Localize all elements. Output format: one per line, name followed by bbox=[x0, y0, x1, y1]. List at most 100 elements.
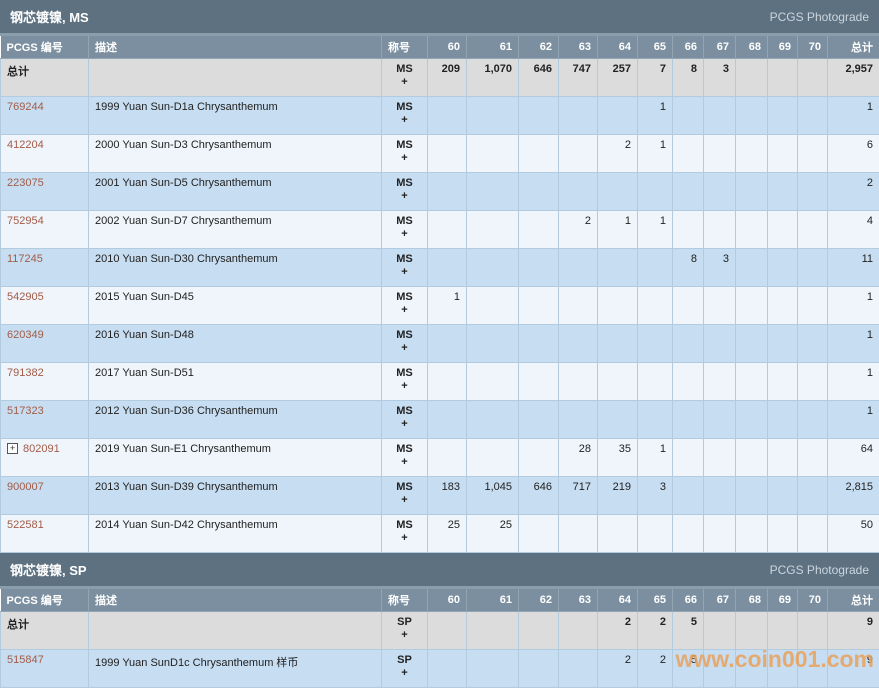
grade-cell-62 bbox=[519, 211, 559, 249]
pcgs-number-cell: +802091 bbox=[1, 439, 89, 477]
grade-cell-67 bbox=[704, 477, 736, 515]
totals-grade-60: 209 bbox=[428, 59, 467, 97]
col-header-69: 69 bbox=[768, 36, 798, 59]
designation-plus: + bbox=[388, 494, 421, 507]
col-header-total: 总计 bbox=[828, 589, 879, 612]
designation-text: MS bbox=[388, 63, 421, 76]
grade-cell-69 bbox=[768, 249, 798, 287]
grade-cell-61 bbox=[467, 173, 519, 211]
grade-cell-60 bbox=[428, 325, 467, 363]
column-header-row: PCGS 编号描述称号6061626364656667686970总计 bbox=[1, 589, 879, 612]
grade-cell-64 bbox=[598, 287, 638, 325]
grade-cell-64: 2 bbox=[598, 135, 638, 173]
table-row: 5158471999 Yuan SunD1c Chrysanthemum 样币S… bbox=[1, 650, 879, 688]
designation-text: MS bbox=[388, 139, 421, 152]
grade-cell-68 bbox=[736, 650, 768, 688]
pcgs-number-cell: 517323 bbox=[1, 401, 89, 439]
col-header-designation: 称号 bbox=[382, 589, 428, 612]
totals-description-cell bbox=[89, 59, 382, 97]
pcgs-number-link[interactable]: 117245 bbox=[7, 253, 43, 265]
pcgs-number-link[interactable]: 515847 bbox=[7, 654, 44, 666]
grade-cell-65 bbox=[638, 287, 673, 325]
grade-cell-60 bbox=[428, 135, 467, 173]
population-table-sp: PCGS 编号描述称号6061626364656667686970总计总计SP+… bbox=[0, 589, 879, 688]
totals-grade-70 bbox=[798, 59, 828, 97]
grade-cell-68 bbox=[736, 325, 768, 363]
designation-cell: MS+ bbox=[382, 173, 428, 211]
grade-cell-69 bbox=[768, 515, 798, 553]
col-header-total: 总计 bbox=[828, 36, 879, 59]
grade-cell-67 bbox=[704, 325, 736, 363]
grade-cell-70 bbox=[798, 325, 828, 363]
designation-cell: MS+ bbox=[382, 439, 428, 477]
grade-cell-69 bbox=[768, 439, 798, 477]
grade-cell-65 bbox=[638, 363, 673, 401]
col-header-65: 65 bbox=[638, 589, 673, 612]
pcgs-number-link[interactable]: 802091 bbox=[23, 443, 60, 455]
grade-cell-69 bbox=[768, 363, 798, 401]
grade-cell-62 bbox=[519, 325, 559, 363]
pcgs-number-link[interactable]: 752954 bbox=[7, 215, 44, 227]
col-header-70: 70 bbox=[798, 36, 828, 59]
pcgs-number-link[interactable]: 769244 bbox=[7, 101, 44, 113]
grade-cell-67 bbox=[704, 97, 736, 135]
col-header-70: 70 bbox=[798, 589, 828, 612]
grade-cell-60 bbox=[428, 401, 467, 439]
grade-cell-68 bbox=[736, 401, 768, 439]
grade-cell-61 bbox=[467, 401, 519, 439]
row-total: 2,815 bbox=[828, 477, 879, 515]
table-row: 6203492016 Yuan Sun-D48MS+1 bbox=[1, 325, 879, 363]
grade-cell-70 bbox=[798, 211, 828, 249]
grade-cell-68 bbox=[736, 135, 768, 173]
pcgs-number-link[interactable]: 412204 bbox=[7, 139, 44, 151]
designation-cell: MS+ bbox=[382, 135, 428, 173]
grade-cell-70 bbox=[798, 173, 828, 211]
col-header-63: 63 bbox=[559, 589, 598, 612]
totals-grade-66: 5 bbox=[673, 612, 704, 650]
grade-cell-62 bbox=[519, 439, 559, 477]
row-total: 4 bbox=[828, 211, 879, 249]
grade-cell-61 bbox=[467, 97, 519, 135]
designation-plus: + bbox=[388, 342, 421, 355]
grade-cell-64: 219 bbox=[598, 477, 638, 515]
grade-cell-63 bbox=[559, 650, 598, 688]
pcgs-number-link[interactable]: 517323 bbox=[7, 405, 44, 417]
pcgs-population-report-page: { "labels": { "pcgs_no": "PCGS 编号", "des… bbox=[0, 0, 879, 692]
grade-cell-67 bbox=[704, 439, 736, 477]
col-header-64: 64 bbox=[598, 589, 638, 612]
grade-cell-68 bbox=[736, 515, 768, 553]
col-header-63: 63 bbox=[559, 36, 598, 59]
pcgs-number-link[interactable]: 522581 bbox=[7, 519, 44, 531]
grade-cell-67 bbox=[704, 173, 736, 211]
designation-text: MS bbox=[388, 329, 421, 342]
col-header-68: 68 bbox=[736, 589, 768, 612]
grade-cell-64 bbox=[598, 249, 638, 287]
pcgs-number-link[interactable]: 900007 bbox=[7, 481, 44, 493]
designation-cell: MS+ bbox=[382, 515, 428, 553]
totals-grade-68 bbox=[736, 612, 768, 650]
grade-cell-63 bbox=[559, 401, 598, 439]
totals-grade-69 bbox=[768, 612, 798, 650]
photograde-link[interactable]: PCGS Photograde bbox=[770, 10, 869, 24]
grade-cell-61 bbox=[467, 211, 519, 249]
grade-cell-62 bbox=[519, 515, 559, 553]
totals-grade-64: 2 bbox=[598, 612, 638, 650]
grade-cell-70 bbox=[798, 287, 828, 325]
population-table-ms: PCGS 编号描述称号6061626364656667686970总计总计MS+… bbox=[0, 36, 879, 553]
pcgs-number-link[interactable]: 542905 bbox=[7, 291, 44, 303]
pcgs-number-link[interactable]: 620349 bbox=[7, 329, 44, 341]
section-header-ms: 钢芯镀镍, MS PCGS Photograde bbox=[0, 0, 879, 36]
pcgs-number-link[interactable]: 791382 bbox=[7, 367, 44, 379]
grade-cell-63 bbox=[559, 287, 598, 325]
grade-cell-65 bbox=[638, 249, 673, 287]
designation-plus: + bbox=[388, 667, 421, 680]
coin-description: 2017 Yuan Sun-D51 bbox=[89, 363, 382, 401]
expand-icon[interactable]: + bbox=[7, 443, 18, 454]
grade-cell-69 bbox=[768, 477, 798, 515]
designation-text: MS bbox=[388, 215, 421, 228]
grade-cell-63 bbox=[559, 173, 598, 211]
pcgs-number-cell: 223075 bbox=[1, 173, 89, 211]
photograde-link[interactable]: PCGS Photograde bbox=[770, 563, 869, 577]
pcgs-number-link[interactable]: 223075 bbox=[7, 177, 44, 189]
grade-cell-65: 2 bbox=[638, 650, 673, 688]
